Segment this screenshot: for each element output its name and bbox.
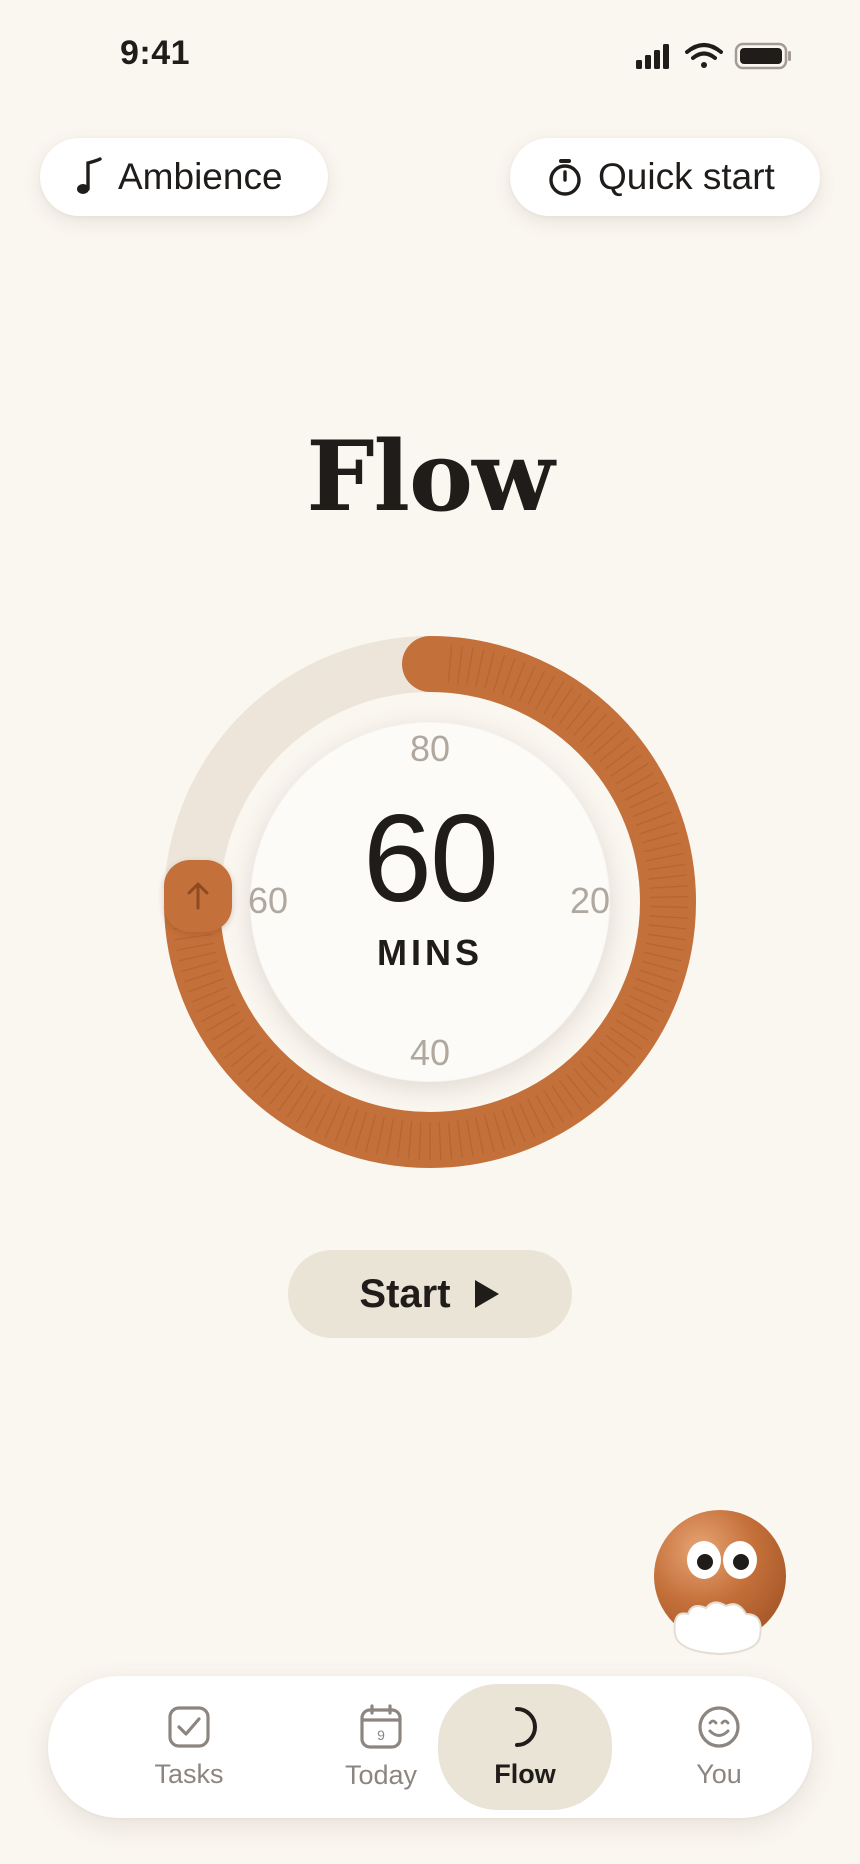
music-note-icon — [77, 157, 102, 194]
ambience-button[interactable]: Ambience — [40, 138, 328, 216]
quick-start-button[interactable]: Quick start — [510, 138, 820, 216]
arrow-up-icon — [187, 882, 209, 910]
tab-today-label: Today — [344, 1759, 418, 1790]
mascot-character[interactable] — [650, 1510, 790, 1670]
start-button[interactable]: Start — [288, 1250, 572, 1338]
dial-drag-handle[interactable] — [164, 860, 232, 932]
dial-label-top: 80 — [409, 728, 451, 769]
flow-arc-icon — [515, 1706, 537, 1747]
cellular-icon — [636, 44, 669, 69]
dial-label-bottom: 40 — [409, 1032, 451, 1073]
duration-value: 60 — [363, 790, 499, 928]
tab-tasks[interactable]: Tasks — [102, 1684, 276, 1810]
play-icon — [474, 1280, 499, 1308]
page-title: Flow — [306, 420, 554, 533]
status-time: 9:41 — [120, 34, 191, 72]
start-label: Start — [359, 1271, 451, 1316]
duration-unit: MINS — [377, 932, 483, 973]
timer-dial[interactable]: 80 20 40 60 60 MINS — [160, 632, 700, 1172]
calendar-day: 9 — [377, 1727, 385, 1743]
tab-flow[interactable]: Flow — [438, 1684, 612, 1810]
wifi-icon — [685, 43, 723, 68]
tab-tasks-label: Tasks — [154, 1758, 224, 1789]
checkbox-icon — [168, 1705, 210, 1748]
battery-icon — [734, 42, 791, 70]
status-icons — [636, 42, 791, 70]
quick-start-label: Quick start — [598, 156, 775, 197]
stopwatch-icon — [549, 159, 581, 196]
tab-flow-label: Flow — [494, 1758, 556, 1789]
tab-bar: Tasks 9 Today Flow You — [48, 1676, 812, 1818]
tab-you[interactable]: You — [632, 1684, 806, 1810]
smiley-icon — [698, 1705, 740, 1748]
calendar-icon: 9 — [360, 1703, 402, 1749]
tab-you-label: You — [696, 1758, 742, 1789]
ambience-label: Ambience — [118, 156, 283, 197]
